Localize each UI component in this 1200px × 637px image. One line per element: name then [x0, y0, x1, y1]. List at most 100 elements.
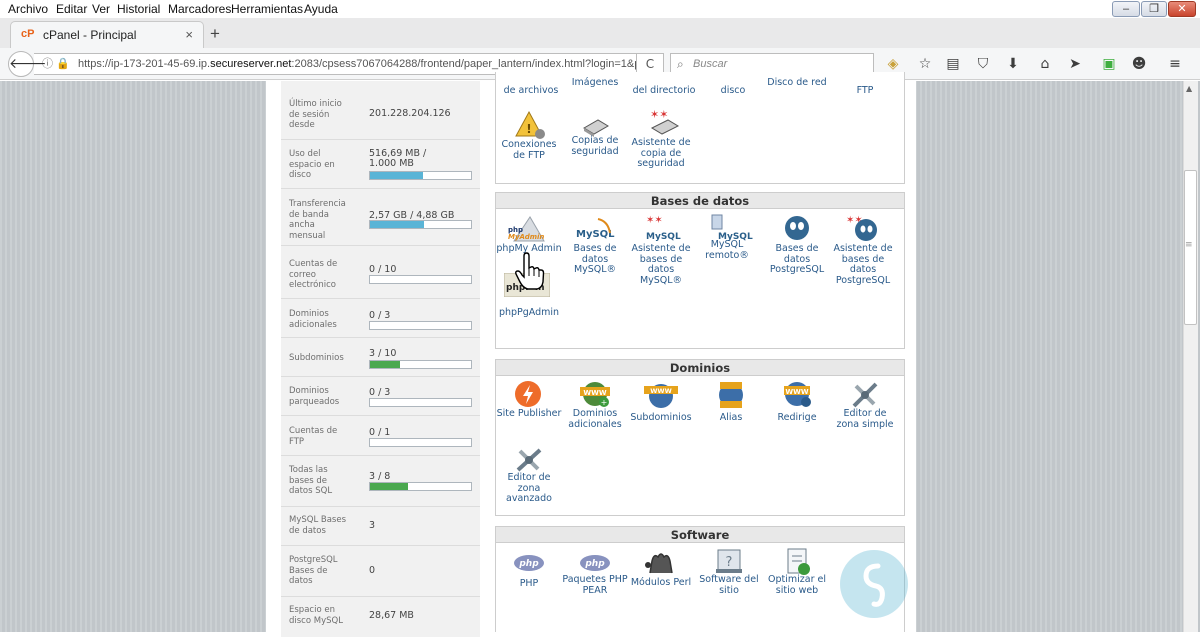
screenshot-icon[interactable]: ▣: [1100, 55, 1118, 73]
tab-cpanel[interactable]: cP cPanel - Principal ×: [10, 21, 204, 48]
alias-icon: [719, 382, 743, 408]
alias-item[interactable]: Alias: [698, 380, 764, 440]
svg-text:MySQL: MySQL: [646, 232, 681, 242]
stat-value: 3 / 10: [369, 348, 397, 359]
redirects-item[interactable]: WWW Redirige: [764, 380, 830, 440]
tab-close-icon[interactable]: ×: [185, 27, 193, 42]
ftp-accounts-bar: [369, 438, 472, 447]
vertical-scrollbar[interactable]: [1183, 81, 1198, 632]
file-manager-label[interactable]: de archivos: [498, 85, 564, 96]
postgresql-databases-item[interactable]: Bases de datos PostgreSQL: [764, 213, 830, 283]
optimize-website-item[interactable]: Optimizar el sitio web: [764, 547, 830, 607]
stat-row: Transferencia de banda ancha mensual 2,5…: [281, 189, 480, 246]
stat-row: Último inicio de sesión desde 201.228.20…: [281, 81, 480, 140]
perl-modules-item[interactable]: Módulos Perl: [628, 547, 694, 607]
backup-wizard-label: Asistente de copia de seguridad: [631, 137, 691, 169]
menu-archivo[interactable]: Archivo: [8, 2, 48, 16]
backup-label: Copias de seguridad: [571, 135, 619, 157]
stat-label: Cuentas de correo electrónico: [289, 259, 338, 290]
stat-label: Subdominios: [289, 353, 344, 363]
simple-zone-editor-item[interactable]: Editor de zona simple: [832, 380, 898, 440]
maximize-button[interactable]: ❐: [1141, 1, 1167, 17]
pocket-icon[interactable]: ⛉: [974, 55, 992, 73]
new-tab-button[interactable]: +: [210, 24, 220, 44]
backup-item[interactable]: Copias de seguridad: [562, 110, 628, 176]
stat-value: 201.228.204.126: [369, 108, 451, 119]
addon-domains-label: Dominios adicionales: [568, 408, 622, 430]
url-text[interactable]: https://ip-173-201-45-69.ip.secureserver…: [78, 54, 640, 74]
addon-domains-item[interactable]: WWW + Dominios adicionales: [562, 380, 628, 440]
back-button[interactable]: 🡐: [8, 51, 47, 77]
svg-text:WWW: WWW: [785, 388, 808, 396]
minimize-button[interactable]: –: [1112, 1, 1140, 17]
tab-title: cPanel - Principal: [43, 28, 137, 42]
site-publisher-label: Site Publisher: [496, 408, 562, 419]
disk-usage-bar: [369, 171, 472, 180]
download-icon[interactable]: ⬇: [1004, 55, 1022, 73]
ftp-label[interactable]: FTP: [832, 85, 898, 96]
subdomains-icon: WWW: [644, 384, 678, 408]
stat-value: 0 / 3: [369, 387, 391, 398]
stat-row: MySQL Bases de datos 3: [281, 507, 480, 546]
svg-text:?: ?: [726, 555, 733, 570]
perl-camel-icon: [645, 553, 673, 574]
home-icon[interactable]: ⌂: [1036, 55, 1054, 73]
ftp-connections-item[interactable]: ! Conexiones de FTP: [496, 110, 562, 176]
section-archivos: de archivos Imágenes del directorio disc…: [495, 72, 905, 184]
bookmark-star-icon[interactable]: ☆: [916, 55, 934, 73]
section-dominios: Dominios Site Publisher WWW + Dominios ad…: [495, 359, 905, 516]
postgresql-wizard-item[interactable]: ✶✶ Asistente de bases de datos PostgreSQ…: [830, 213, 896, 293]
stat-value: 516,69 MB / 1.000 MB: [369, 148, 427, 169]
svg-text:php: php: [518, 559, 539, 569]
addon-domains-icon: WWW+: [580, 382, 610, 407]
mysql-databases-item[interactable]: MySQL Bases de datos MySQL®: [562, 213, 628, 283]
mysql-wizard-label: Asistente de bases de datos MySQL®: [631, 243, 691, 286]
svg-text:+: +: [601, 398, 608, 407]
backup-wizard-item[interactable]: ✶✶ Asistente de copia de seguridad: [628, 106, 694, 180]
stat-label: Cuentas de FTP: [289, 426, 338, 447]
redirects-label: Redirige: [777, 412, 817, 423]
menu-marcadores[interactable]: Marcadores: [168, 2, 231, 16]
section-title: Dominios: [496, 360, 904, 376]
backup-wizard-icon: ✶✶: [650, 108, 680, 135]
menu-ver[interactable]: Ver: [92, 2, 110, 16]
postgresql-icon: [785, 216, 809, 240]
mysql-wizard-item[interactable]: ✶✶ MySQL Asistente de bases de datos MySQ…: [628, 213, 694, 293]
advanced-zone-editor-item[interactable]: Editor de zona avanzado: [496, 446, 562, 516]
menu-editar[interactable]: Editar: [56, 2, 87, 16]
php-item[interactable]: php PHP: [496, 551, 562, 601]
web-disk-label[interactable]: Disco de red: [764, 77, 830, 88]
stat-label: Transferencia de banda ancha mensual: [289, 199, 346, 241]
remote-mysql-label: MySQL remoto®: [705, 239, 749, 261]
site-software-item[interactable]: ? Software del sitio: [696, 547, 762, 607]
send-icon[interactable]: ➤: [1066, 55, 1084, 73]
redirects-icon: WWW: [784, 382, 811, 407]
subdomains-item[interactable]: WWW Subdominios: [628, 380, 694, 440]
site-publisher-item[interactable]: Site Publisher: [496, 380, 562, 440]
scroll-up-icon[interactable]: ▲: [1186, 84, 1192, 93]
directory-privacy-label[interactable]: del directorio: [626, 85, 702, 96]
stat-row: Dominios adicionales 0 / 3: [281, 299, 480, 338]
section-title: Software: [496, 527, 904, 543]
addon-domains-bar: [369, 321, 472, 330]
close-window-button[interactable]: ✕: [1168, 1, 1196, 17]
extension-icon[interactable]: ◈: [884, 55, 902, 73]
chat-icon[interactable]: ☻: [1130, 55, 1148, 73]
stat-row: Dominios parqueados 0 / 3: [281, 377, 480, 416]
stat-label: Espacio en disco MySQL: [289, 605, 343, 626]
site-software-label: Software del sitio: [699, 574, 759, 596]
remote-mysql-item[interactable]: MySQL MySQL remoto®: [694, 213, 760, 283]
menu-ayuda[interactable]: Ayuda: [304, 2, 338, 16]
menu-historial[interactable]: Historial: [117, 2, 160, 16]
optimize-website-label: Optimizar el sitio web: [768, 574, 826, 596]
disk-usage-label[interactable]: disco: [700, 85, 766, 96]
php-pear-item[interactable]: php Paquetes PHP PEAR: [562, 551, 628, 601]
reading-list-icon[interactable]: ▤: [944, 55, 962, 73]
stat-row: Cuentas de correo electrónico 0 / 10: [281, 246, 480, 299]
subdomains-bar: [369, 360, 472, 369]
stats-panel: Último inicio de sesión desde 201.228.20…: [281, 81, 480, 637]
menu-herramientas[interactable]: Herramientas: [231, 2, 303, 16]
bandwidth-bar: [369, 220, 472, 229]
menu-hamburger-icon[interactable]: ≡: [1166, 55, 1184, 73]
images-label[interactable]: Imágenes: [562, 77, 628, 88]
